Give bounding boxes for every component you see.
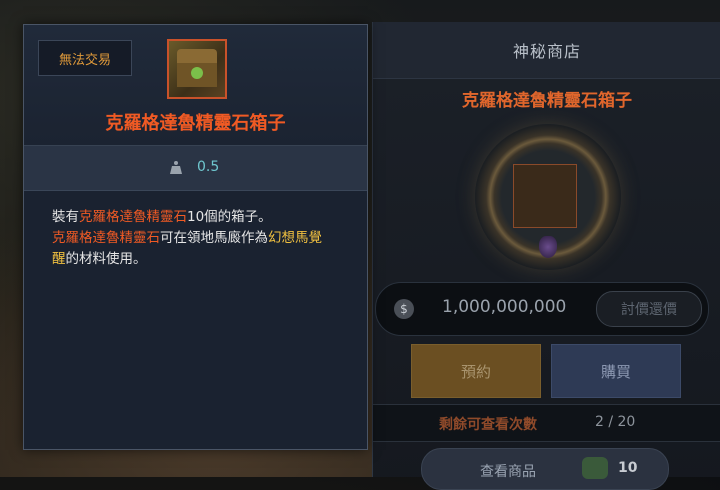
tooltip-item-name: 克羅格達魯精靈石箱子: [105, 113, 286, 134]
desc-text: 的材料使用。: [65, 251, 147, 267]
desc-line-1: 裝有克羅格達魯精靈石10個的箱子。: [52, 207, 352, 228]
chest-item-icon: [167, 39, 227, 99]
item-tooltip: 無法交易 克羅格達魯精靈石箱子 0.5 裝有克羅格達魯精靈石10個的箱子。 克羅…: [23, 24, 368, 450]
desc-text: 可在領地馬廄作為: [160, 230, 268, 246]
weight-icon: [170, 161, 182, 174]
item-showcase-ring: [475, 124, 621, 270]
untradeable-badge: 無法交易: [38, 40, 132, 76]
reserve-button[interactable]: 預約: [411, 344, 541, 398]
bargain-button[interactable]: 討價還價: [596, 291, 702, 327]
desc-highlight-item: 克羅格達魯精靈石: [79, 209, 187, 225]
tooltip-header: 無法交易 克羅格達魯精靈石箱子: [24, 25, 367, 146]
desc-highlight-item: 克羅格達魯精靈石: [52, 230, 160, 246]
shop-item-title: 克羅格達魯精靈石箱子: [462, 91, 632, 111]
price-value: 1,000,000,000: [442, 297, 567, 317]
view-items-button[interactable]: 查看商品 10: [421, 448, 669, 490]
showcase-chest-icon[interactable]: [513, 164, 577, 228]
remaining-views-label: 剩餘可查看次數: [439, 417, 537, 433]
remaining-views-row: 剩餘可查看次數 2 / 20: [373, 404, 720, 442]
chest-lock: [191, 67, 203, 79]
view-cost-count: 10: [618, 460, 638, 476]
remaining-views-count: 2 / 20: [595, 414, 636, 430]
chest-lid: [177, 49, 217, 63]
mystery-shop-panel: 神秘商店 克羅格達魯精靈石箱子 $ 1,000,000,000 討價還價 預約 …: [372, 22, 720, 490]
weight-value: 0.5: [197, 159, 220, 175]
desc-highlight-awakening: 醒: [52, 251, 66, 267]
weight-row: 0.5: [24, 146, 367, 191]
desc-text: 裝有: [52, 209, 79, 225]
desc-text: 10個的箱子。: [187, 209, 272, 225]
purple-gem-icon: [539, 236, 557, 258]
price-bar: $ 1,000,000,000 討價還價: [375, 282, 709, 336]
buy-button[interactable]: 購買: [551, 344, 681, 398]
silver-coin-icon: $: [394, 299, 414, 319]
desc-line-2: 克羅格達魯精靈石可在領地馬廄作為幻想馬覺: [52, 228, 352, 249]
shop-title: 神秘商店: [373, 22, 720, 79]
desc-line-3: 醒的材料使用。: [52, 249, 352, 270]
green-gem-icon: [582, 457, 608, 479]
item-description: 裝有克羅格達魯精靈石10個的箱子。 克羅格達魯精靈石可在領地馬廄作為幻想馬覺 醒…: [52, 207, 352, 270]
desc-highlight-awakening: 幻想馬覺: [268, 230, 322, 246]
view-items-label: 查看商品: [480, 464, 536, 480]
